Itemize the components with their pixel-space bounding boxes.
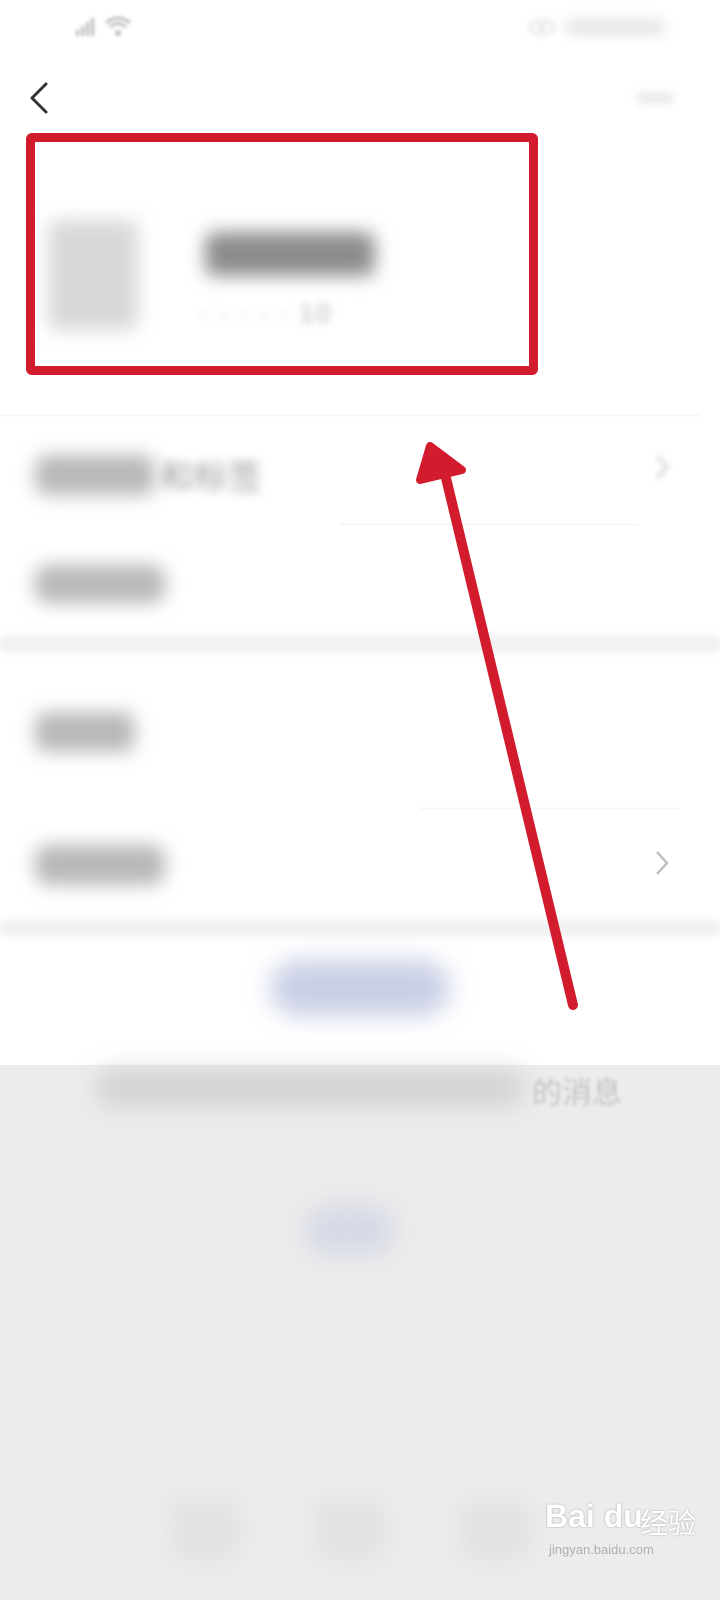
annotation-arrow <box>416 442 578 1010</box>
watermark-url: jingyan.baidu.com <box>549 1542 654 1557</box>
watermark-brand: Bai du <box>545 1498 643 1534</box>
watermark: Bai du 经验 jingyan.baidu.com <box>545 1490 715 1560</box>
watermark-sub: 经验 <box>640 1508 697 1539</box>
